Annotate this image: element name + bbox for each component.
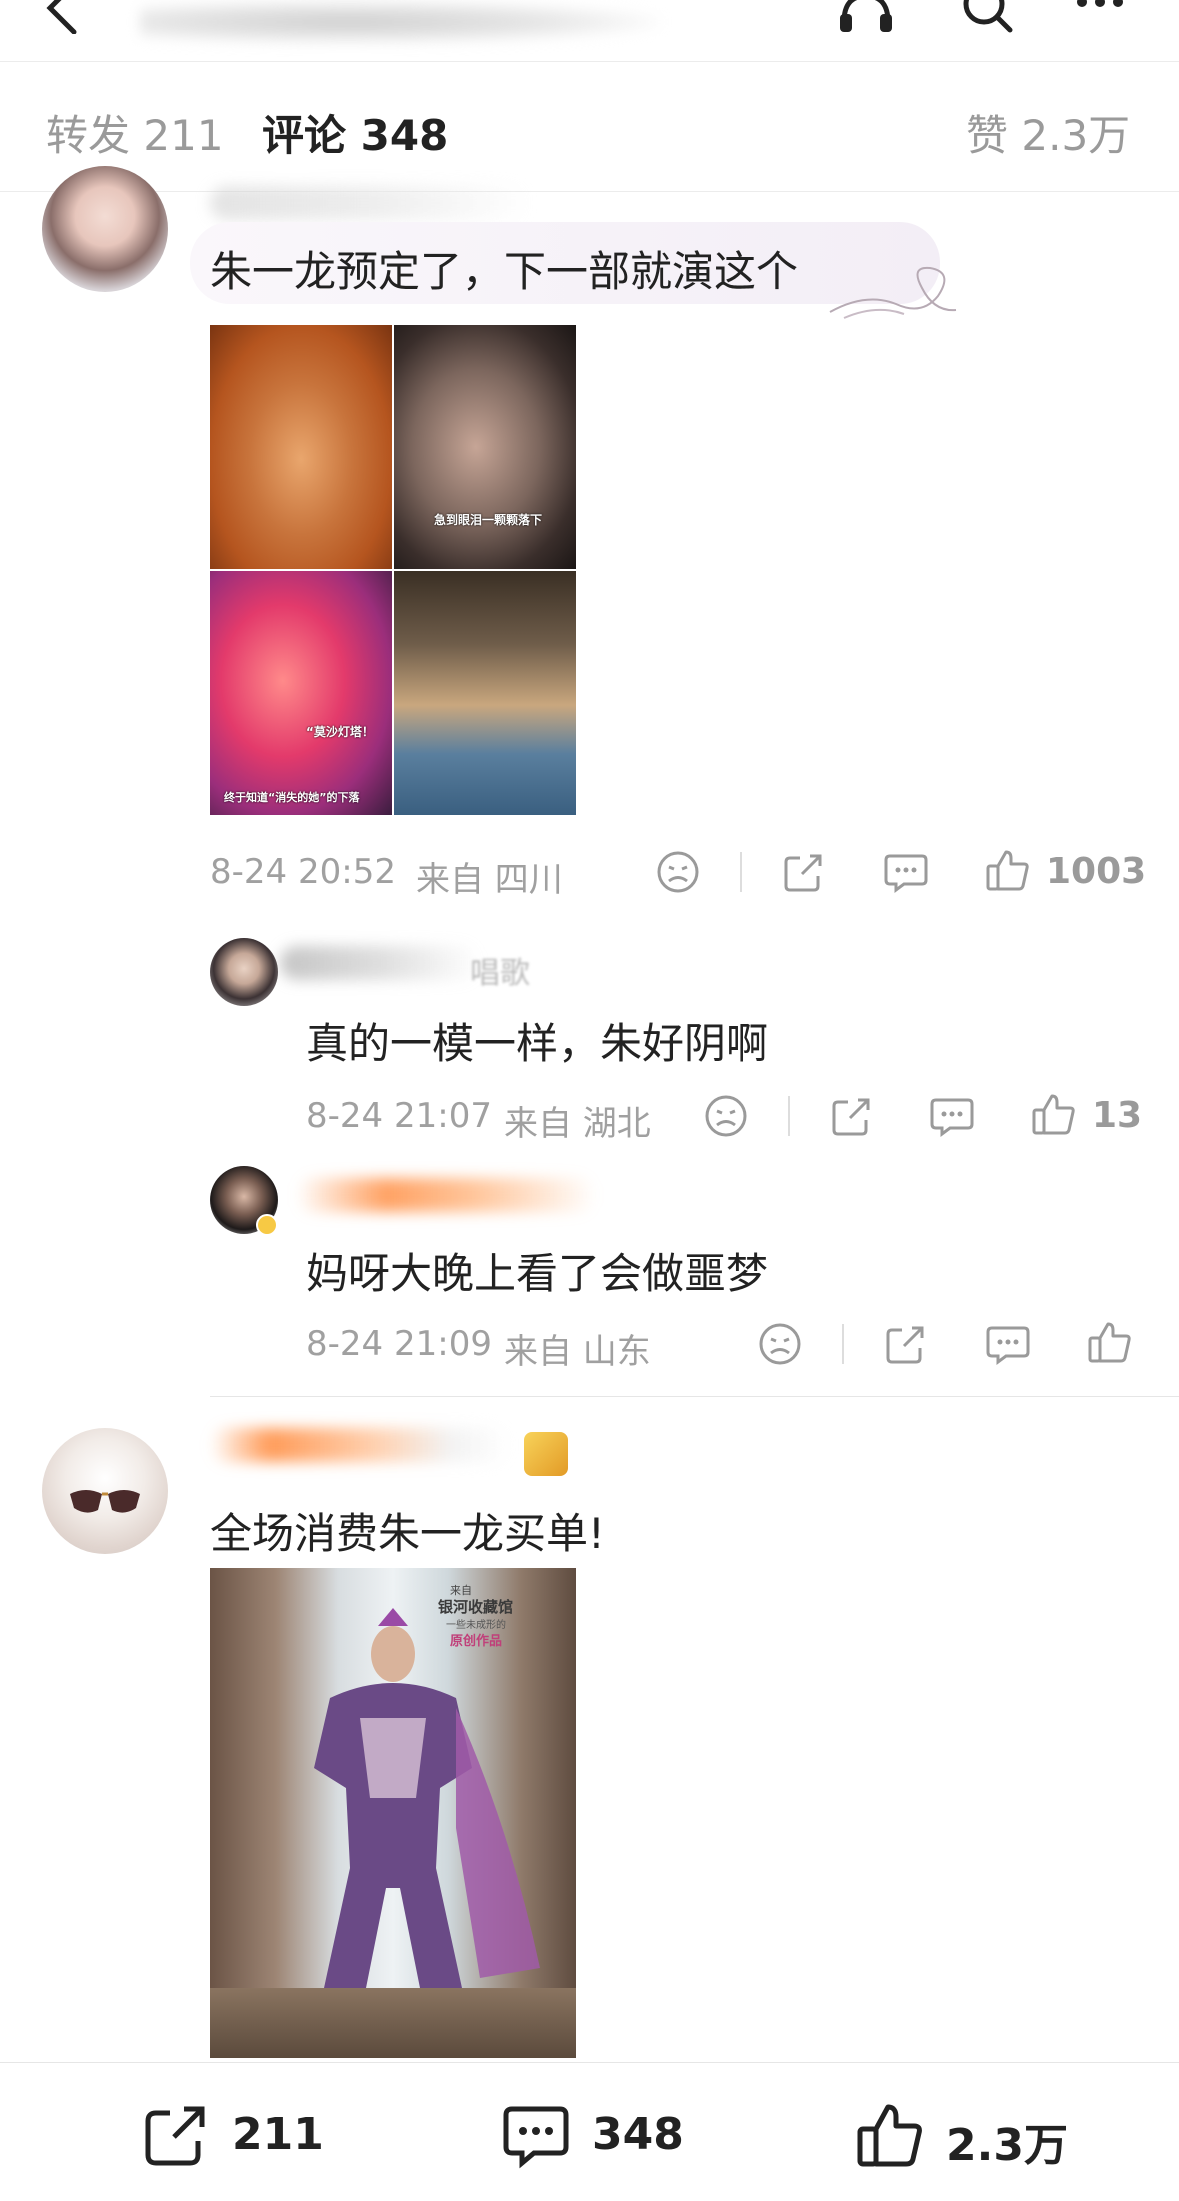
back-icon[interactable]: [20, 0, 80, 35]
bottom-comment-button[interactable]: 348: [500, 2099, 720, 2169]
bottom-comment-count: 348: [592, 2109, 684, 2160]
tab-likes[interactable]: 赞 2.3万: [966, 102, 1130, 163]
blurred-username: [210, 186, 530, 220]
more-icon[interactable]: [1070, 0, 1130, 36]
user-avatar[interactable]: [42, 166, 168, 292]
dislike-icon[interactable]: [654, 848, 702, 896]
reply-icon[interactable]: [928, 1092, 976, 1140]
comment-time: 8-24 20:52: [210, 852, 396, 892]
comment-location: 来自 四川: [416, 860, 563, 900]
share-icon[interactable]: [828, 1092, 876, 1140]
tab-likes-count: 2.3万: [1021, 111, 1131, 160]
blurred-username: [296, 1178, 596, 1212]
search-icon[interactable]: [958, 0, 1018, 36]
comment-image[interactable]: 急到眼泪一颗颗落下 “莫沙灯塔！ 终于知道“消失的她”的下落: [210, 325, 576, 815]
reply-username-fragment: 唱歌: [470, 956, 530, 991]
tab-repost[interactable]: 转发 211: [46, 102, 224, 163]
like-icon[interactable]: [984, 846, 1032, 894]
like-icon: [857, 2104, 922, 2167]
separator: [842, 1324, 844, 1364]
reply-icon[interactable]: [984, 1320, 1032, 1368]
reply-time: 8-24 21:07: [306, 1096, 492, 1136]
share-icon[interactable]: [780, 848, 828, 896]
reply-avatar[interactable]: [210, 938, 278, 1006]
reply-location: 来自 山东: [504, 1332, 651, 1372]
poster-text: 原创作品: [450, 1634, 503, 1649]
reply-time: 8-24 21:09: [306, 1324, 492, 1364]
bottom-like-count: 2.3万: [946, 2120, 1068, 2171]
image-cell: “莫沙灯塔！ 终于知道“消失的她”的下落: [210, 571, 392, 815]
top-bar: [0, 0, 1179, 62]
poster-text: 银河收藏馆: [438, 1598, 514, 1616]
comment-text: 全场消费朱一龙买单!: [210, 1509, 605, 1558]
share-icon[interactable]: [882, 1320, 930, 1368]
separator: [788, 1096, 790, 1136]
image-caption: 终于知道“消失的她”的下落: [224, 791, 360, 804]
image-cell: 急到眼泪一颗颗落下: [394, 325, 576, 569]
comment-divider: [210, 1396, 1179, 1397]
image-cell: [210, 325, 392, 569]
reply-icon[interactable]: [882, 848, 930, 896]
bottom-like-button[interactable]: 2.3万: [854, 2099, 1114, 2171]
image-cell: [394, 571, 576, 815]
like-icon[interactable]: [1030, 1090, 1078, 1138]
user-avatar[interactable]: [42, 1428, 168, 1554]
blurred-username: [280, 946, 480, 980]
like-count: 1003: [1046, 851, 1147, 892]
tab-repost-label: 转发: [46, 111, 131, 160]
sunglasses-icon: [70, 1490, 140, 1513]
dislike-icon[interactable]: [756, 1320, 804, 1368]
share-icon: [145, 2106, 205, 2166]
separator: [740, 852, 742, 892]
level-badge-icon: [524, 1432, 568, 1476]
tab-comments-label: 评论: [262, 111, 347, 160]
reply-text: 真的一模一样，朱好阴啊: [306, 1019, 769, 1068]
tab-bar: 转发 211 评论 348 赞 2.3万: [0, 62, 1179, 192]
verified-badge-icon: [256, 1214, 278, 1236]
like-count: 13: [1092, 1095, 1143, 1136]
image-caption: “莫沙灯塔！: [306, 725, 374, 739]
image-caption: 急到眼泪一颗颗落下: [434, 513, 543, 527]
bottom-repost-button[interactable]: 211: [140, 2099, 340, 2169]
listen-icon[interactable]: [836, 0, 896, 36]
tab-comments[interactable]: 评论 348: [262, 102, 448, 163]
blurred-post-title: [140, 0, 660, 44]
tab-repost-count: 211: [143, 111, 224, 160]
character-figure: [314, 1608, 540, 1988]
comment-icon: [503, 2106, 569, 2169]
tab-comments-count: 348: [360, 111, 449, 160]
blurred-username: [210, 1428, 510, 1462]
poster-text: 一些未成形的: [446, 1620, 506, 1631]
comment-image[interactable]: 来自 银河收藏馆 一些未成形的 原创作品: [210, 1568, 576, 2058]
reply-location: 来自 湖北: [504, 1104, 651, 1144]
ribbon-decoration-icon: [829, 266, 957, 319]
tab-likes-label: 赞: [966, 111, 1009, 160]
bottom-action-bar: 211 348 2.3万: [0, 2062, 1179, 2201]
like-icon[interactable]: [1086, 1318, 1134, 1366]
comment-text: 朱一龙预定了，下一部就演这个: [210, 247, 799, 296]
dislike-icon[interactable]: [702, 1092, 750, 1140]
bottom-repost-count: 211: [232, 2109, 324, 2160]
reply-text: 妈呀大晚上看了会做噩梦: [306, 1249, 769, 1298]
